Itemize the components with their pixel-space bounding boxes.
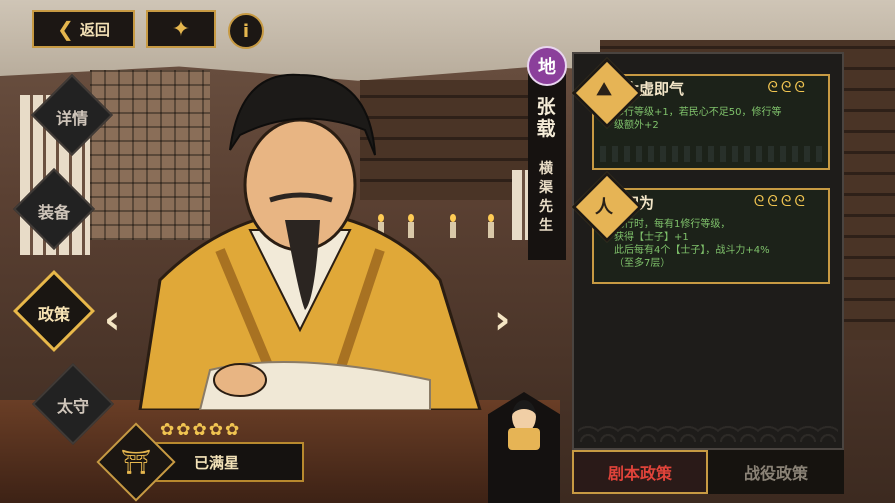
dancer-icon: ✦	[171, 16, 191, 42]
nav-item-policy[interactable]: 政策	[19, 301, 89, 325]
stars-label: 已满星	[194, 454, 240, 472]
policy-tabs: 剧本政策 战役政策	[572, 450, 844, 494]
info-icon: i	[242, 20, 250, 42]
nav-item-equipment[interactable]: 装备	[19, 199, 89, 223]
info-button[interactable]: i	[228, 13, 264, 49]
scholar-icon: 人	[595, 197, 613, 218]
star-rating-card: ⛩ ✿✿✿✿✿ 已满星	[96, 420, 304, 502]
back-label: 返回	[79, 20, 110, 39]
policy-panel: 太虚即气 ᘓᘓᘓ 修行等级+1，若民心不足50，修行等 级额外+2 ⛰ 四为 ᘓ…	[571, 52, 844, 450]
policy-description: 修行等级+1，若民心不足50，修行等 级额外+2	[614, 107, 782, 131]
chibi-avatar[interactable]	[488, 392, 560, 503]
nav-item-details[interactable]: 详情	[37, 105, 107, 129]
back-button[interactable]: ❮ 返回	[32, 10, 135, 48]
policy-level-icon: ᘓᘓᘓᘓ	[753, 192, 808, 210]
pavilion-icon: ⛩	[120, 448, 152, 476]
nav-item-governor[interactable]: 太守	[38, 393, 108, 417]
stars-icon: ✿✿✿✿✿	[160, 420, 242, 440]
character-portrait	[138, 73, 482, 410]
character-title: 横渠先生	[539, 161, 553, 234]
rank-badge: 地	[527, 46, 567, 86]
chibi-body	[508, 428, 540, 450]
next-character-arrow[interactable]: ›	[494, 300, 510, 340]
mountain-icon: ⛰	[596, 79, 612, 100]
tab-script-policy[interactable]: 剧本政策	[572, 450, 708, 494]
character-emote-button[interactable]: ✦	[146, 10, 216, 48]
prev-character-arrow[interactable]: ‹	[104, 300, 120, 340]
chevron-left-icon: ❮	[57, 17, 74, 41]
character-name: 张载	[536, 96, 556, 140]
policy-description: 施行时，每有1修行等级， 获得【士子】+1 此后每有4个【士子】，战斗力+4% …	[614, 219, 770, 269]
policy-card-pattern	[600, 146, 822, 162]
policy-level-icon: ᘓᘓᘓ	[767, 78, 808, 96]
tab-campaign-policy[interactable]: 战役政策	[708, 450, 844, 494]
